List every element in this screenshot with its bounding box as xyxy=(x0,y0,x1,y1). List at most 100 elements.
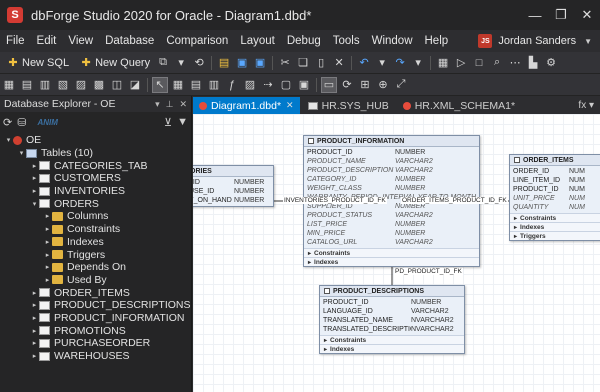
new-view-icon[interactable]: ▤ xyxy=(189,78,203,92)
chevron-right-icon[interactable]: ▸ xyxy=(30,314,39,322)
refresh-schema-icon[interactable]: ⟲ xyxy=(192,56,206,70)
delete-icon[interactable]: ✕ xyxy=(332,56,346,70)
entity-section[interactable]: Triggers xyxy=(510,231,600,240)
close-panel-icon[interactable]: ✕ xyxy=(179,99,187,110)
paste-icon[interactable]: ▯ xyxy=(314,56,328,70)
entity-order-items[interactable]: ORDER_ITEMS ORDER_ID NUM LINE_ITEM_ID NUM PR… xyxy=(509,154,600,241)
user-menu[interactable]: JS Jordan Sanders ▼ xyxy=(478,34,592,48)
entity-column-row[interactable]: LIST_PRICE NUMBER xyxy=(304,220,479,229)
entity-column-row[interactable]: PRODUCT_STATUS VARCHAR2 xyxy=(304,211,479,220)
new-sql-button[interactable]: ✚ New SQL xyxy=(0,54,73,72)
chevron-down-icon[interactable]: ▾ xyxy=(30,200,39,208)
tree-item[interactable]: ▸ PRODUCT_DESCRIPTIONS xyxy=(0,299,191,312)
entity-column-row[interactable]: ORDER_ID NUM xyxy=(510,167,600,176)
diagram-table-icon[interactable]: ▦ xyxy=(2,78,16,92)
chevron-right-icon[interactable]: ▸ xyxy=(30,162,39,170)
diagram-sequence-icon[interactable]: ◫ xyxy=(110,78,124,92)
entity-section[interactable]: Constraints xyxy=(320,335,464,344)
entity-column-row[interactable]: PRODUCT_ID NUMBER xyxy=(320,298,464,307)
entity-section[interactable]: Indexes xyxy=(510,222,600,231)
tree-item[interactable]: ▾ ORDERS xyxy=(0,197,191,210)
entity-column-row[interactable]: PRODUCT_ID NUM xyxy=(510,185,600,194)
entity-column-row[interactable]: PRODUCT_NAME VARCHAR2 xyxy=(304,157,479,166)
entity-section[interactable]: Constraints xyxy=(304,248,479,257)
close-icon[interactable]: ✕ xyxy=(574,7,600,23)
chevron-right-icon[interactable]: ▸ xyxy=(30,352,39,360)
chevron-right-icon[interactable]: ▸ xyxy=(30,301,39,309)
chevron-right-icon[interactable]: ▸ xyxy=(30,174,39,182)
entity-column-row[interactable]: CATALOG_URL VARCHAR2 xyxy=(304,238,479,247)
tree-item[interactable]: ▸ CATEGORIES_TAB xyxy=(0,159,191,172)
menu-debug[interactable]: Debug xyxy=(281,35,327,47)
relation-icon[interactable]: ⇢ xyxy=(261,78,275,92)
tree-item[interactable]: ▸ PROMOTIONS xyxy=(0,324,191,337)
chevron-right-icon[interactable]: ▸ xyxy=(43,212,52,220)
entity-column-row[interactable]: CATEGORY_ID NUMBER xyxy=(304,175,479,184)
entity-column-row[interactable]: TRANSLATED_DESCRIPTION NVARCHAR2 xyxy=(320,325,464,334)
diagram-function-icon[interactable]: ▧ xyxy=(56,78,70,92)
save-all-icon[interactable]: ▣ xyxy=(253,56,267,70)
entity-section[interactable]: Constraints xyxy=(510,213,600,222)
undo-dropdown-icon[interactable]: ▾ xyxy=(375,56,389,70)
chevron-right-icon[interactable]: ▸ xyxy=(43,276,52,284)
chevron-right-icon[interactable]: ▸ xyxy=(30,187,39,195)
zoom-icon[interactable]: ⊕ xyxy=(376,78,390,92)
pointer-icon[interactable]: ↖ xyxy=(152,76,168,93)
save-icon[interactable]: ▣ xyxy=(235,56,249,70)
format-icon[interactable]: ▦ xyxy=(436,56,450,70)
undo-icon[interactable]: ↶ xyxy=(357,56,371,70)
copy-icon[interactable]: ❏ xyxy=(296,56,310,70)
minimize-icon[interactable]: — xyxy=(522,8,548,23)
tree-item[interactable]: ▸ PURCHASEORDER xyxy=(0,337,191,350)
tree-item[interactable]: ▾ OE xyxy=(0,134,191,147)
diagram-note-icon[interactable]: ◪ xyxy=(128,78,142,92)
tree-item[interactable]: ▸ Depends On xyxy=(0,261,191,274)
new-procedure-icon[interactable]: ▥ xyxy=(207,78,221,92)
diagram-trigger-icon[interactable]: ▩ xyxy=(92,78,106,92)
chevron-down-icon[interactable]: ▾ xyxy=(4,136,13,144)
maximize-icon[interactable]: ❐ xyxy=(548,7,574,23)
entity-section[interactable]: Indexes xyxy=(320,344,464,353)
tree-item[interactable]: ▸ Triggers xyxy=(0,248,191,261)
entity-column-row[interactable]: LINE_ITEM_ID NUM xyxy=(510,176,600,185)
chevron-right-icon[interactable]: ▸ xyxy=(30,327,39,335)
tab-hr-xml-schema1[interactable]: HR.XML_SCHEMA1* xyxy=(397,97,521,114)
chart-icon[interactable]: ▙ xyxy=(526,56,540,70)
redo-icon[interactable]: ↷ xyxy=(393,56,407,70)
entity-column-row[interactable]: TRANSLATED_NAME NVARCHAR2 xyxy=(320,316,464,325)
container-icon[interactable]: ▢ xyxy=(279,78,293,92)
menu-layout[interactable]: Layout xyxy=(234,35,281,47)
entity-column-row[interactable]: Y_ON_HAND NUMBER xyxy=(193,196,273,205)
chevron-right-icon[interactable]: ▸ xyxy=(43,225,52,233)
pin-icon[interactable]: ⊥ xyxy=(166,99,174,110)
entity-column-row[interactable]: QUANTITY NUM xyxy=(510,203,600,212)
new-object-icon[interactable]: ⧉ xyxy=(156,56,170,70)
tab-diagram1[interactable]: Diagram1.dbd* ✕ xyxy=(193,97,300,114)
package-icon[interactable]: ▨ xyxy=(243,78,257,92)
stop-icon[interactable]: □ xyxy=(472,56,486,70)
diagram-canvas[interactable]: ORIES _IDNUMBERUSE_IDNUMBERY_ON_HANDNUMB… xyxy=(193,114,600,392)
filter-icon[interactable]: ⊻ xyxy=(164,116,172,129)
diagram-package-icon[interactable]: ▨ xyxy=(74,78,88,92)
tree-item[interactable]: ▸ Used By xyxy=(0,274,191,287)
entity-product-descriptions[interactable]: PRODUCT_DESCRIPTIONS PRODUCT_ID NUMBER LAN… xyxy=(319,285,465,354)
close-tab-icon[interactable]: ✕ xyxy=(286,100,294,111)
chevron-right-icon[interactable]: ▸ xyxy=(43,263,52,271)
tree-item[interactable]: ▸ CUSTOMERS xyxy=(0,172,191,185)
entity-column-row[interactable]: PRODUCT_ID NUMBER xyxy=(304,148,479,157)
tree-item[interactable]: ▸ PRODUCT_INFORMATION xyxy=(0,312,191,325)
chevron-right-icon[interactable]: ▸ xyxy=(30,289,39,297)
layout-icon[interactable]: ⊞ xyxy=(358,78,372,92)
menu-comparison[interactable]: Comparison xyxy=(160,35,234,47)
tree-item[interactable]: ▸ Columns xyxy=(0,210,191,223)
chevron-right-icon[interactable]: ▸ xyxy=(43,251,52,259)
entity-column-row[interactable]: MIN_PRICE NUMBER xyxy=(304,229,479,238)
refresh-icon[interactable]: ⟳ xyxy=(340,78,354,92)
menu-tools[interactable]: Tools xyxy=(327,35,366,47)
tree-item[interactable]: ▸ INVENTORIES xyxy=(0,185,191,198)
dropdown-icon[interactable]: ▾ xyxy=(174,56,188,70)
entity-section[interactable]: Indexes xyxy=(304,257,479,266)
settings-icon[interactable]: ⚙ xyxy=(544,56,558,70)
chevron-right-icon[interactable]: ▸ xyxy=(30,339,39,347)
menu-view[interactable]: View xyxy=(62,35,99,47)
